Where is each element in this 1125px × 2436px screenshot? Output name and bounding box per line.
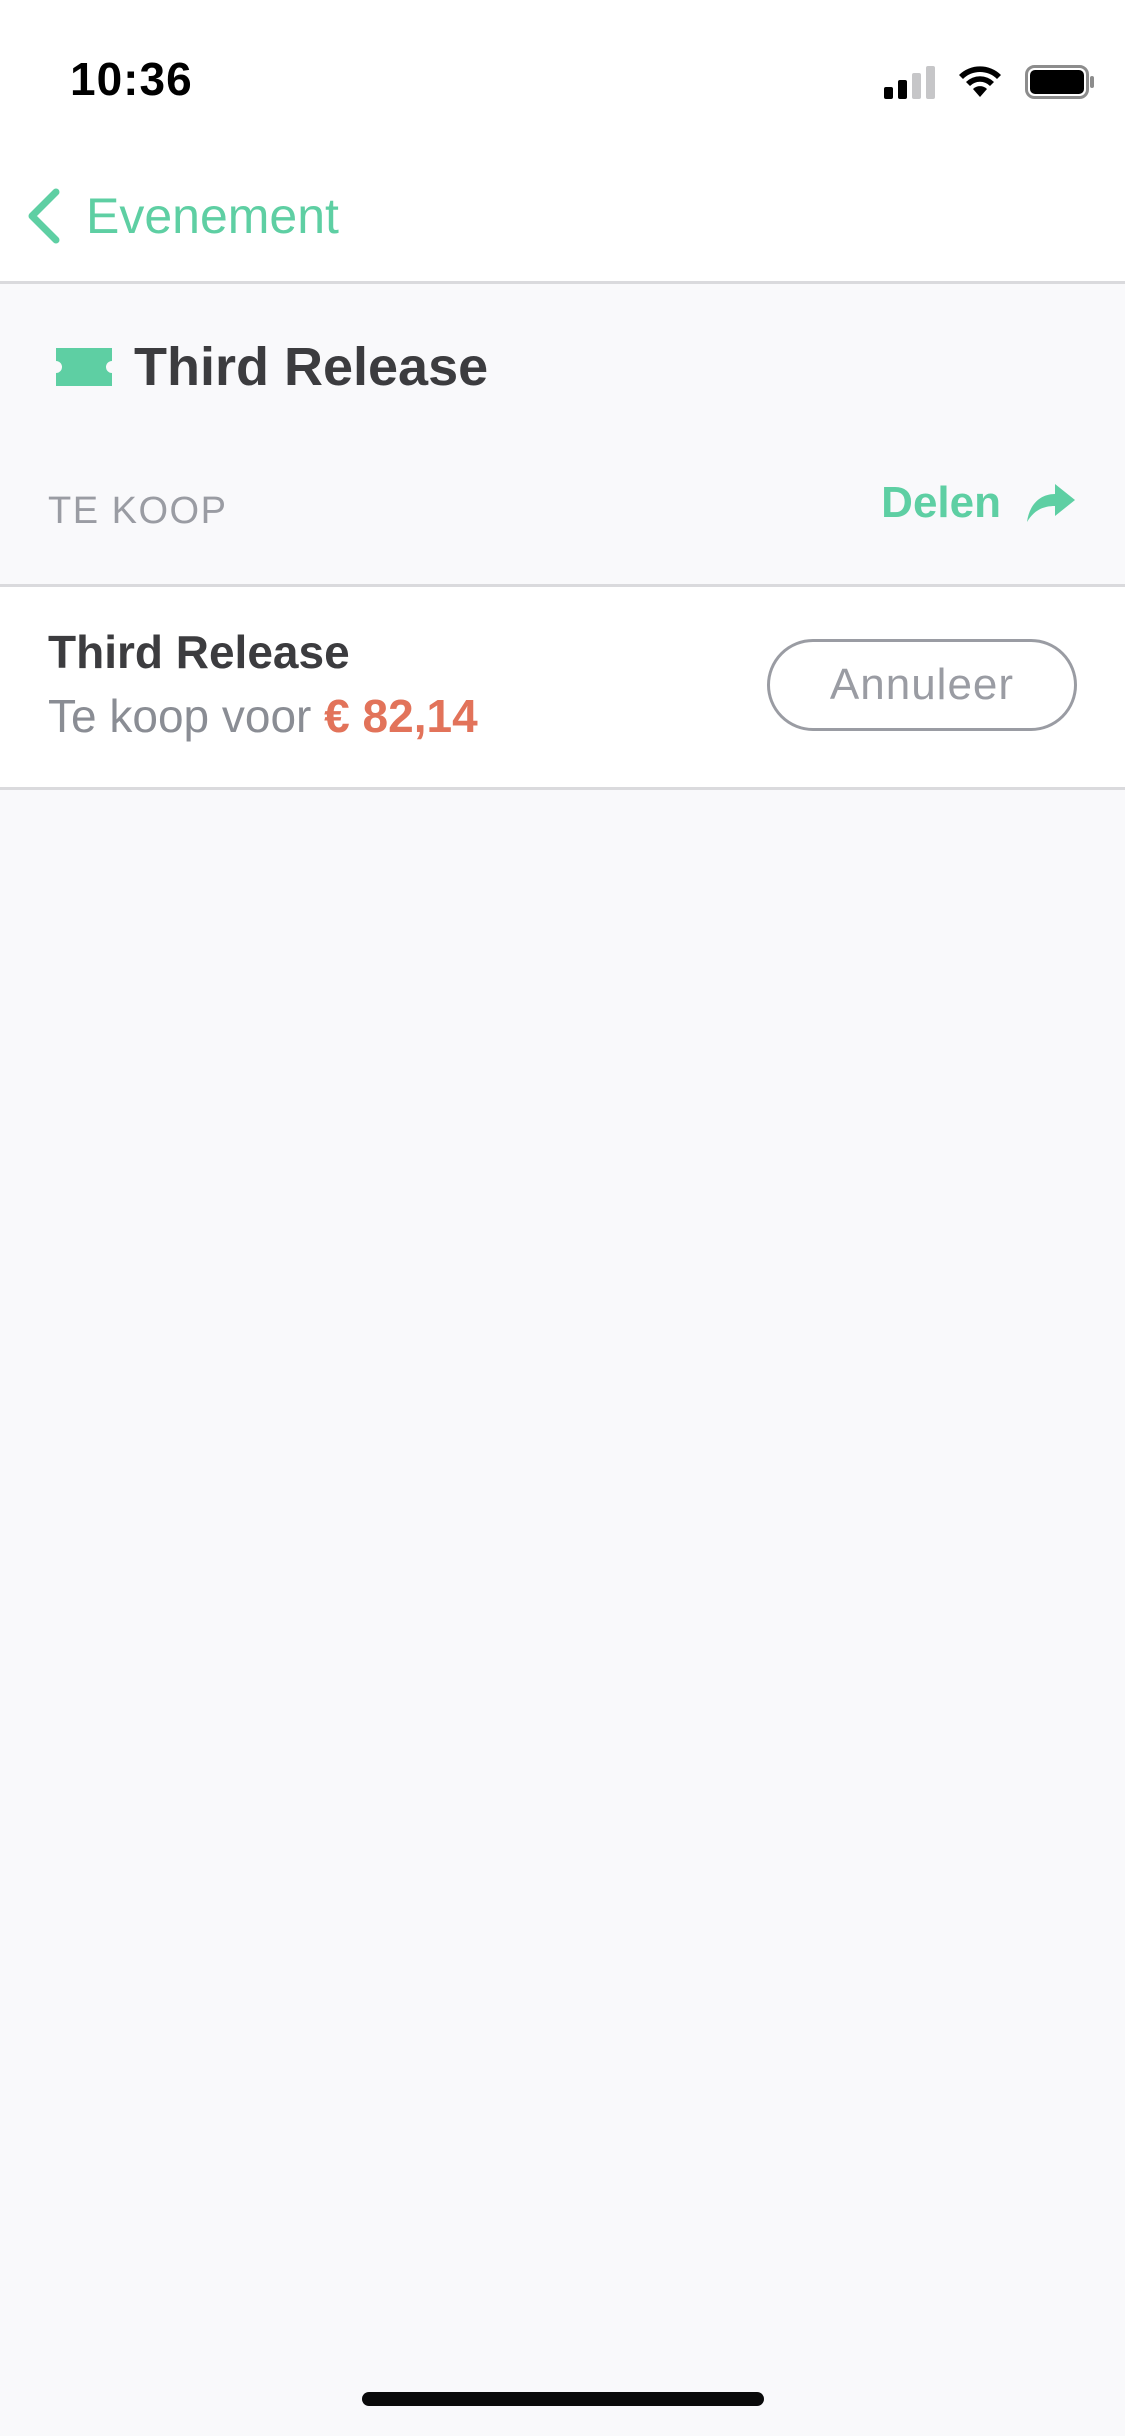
home-indicator [362, 2392, 764, 2406]
listing-price-line: Te koop voor € 82,14 [48, 689, 478, 743]
listing-price: € 82,14 [324, 690, 478, 742]
ticket-title-row: Third Release [56, 336, 488, 398]
share-label: Delen [881, 478, 1001, 527]
status-bar: 10:36 [0, 0, 1125, 150]
back-button[interactable]: Evenement [24, 186, 339, 246]
back-label: Evenement [86, 188, 339, 244]
status-icons [884, 62, 1095, 102]
section-label-for-sale: TE KOOP [48, 490, 228, 532]
ticket-title: Third Release [134, 337, 489, 397]
listing-price-prefix: Te koop voor [48, 690, 312, 742]
nav-bar: Evenement [0, 150, 1125, 284]
share-button[interactable]: Delen [881, 478, 1077, 528]
ticket-header: Third Release TE KOOP Delen [0, 284, 1125, 584]
listing-name: Third Release [48, 626, 350, 678]
wifi-icon [959, 66, 1001, 97]
status-time: 10:36 [70, 53, 193, 105]
cancel-button[interactable]: Annuleer [767, 639, 1077, 731]
cellular-signal-icon [884, 65, 935, 99]
battery-icon [1025, 65, 1094, 99]
chevron-left-icon [28, 188, 60, 244]
share-arrow-icon [1027, 484, 1075, 522]
ticket-icon [56, 348, 112, 386]
listing-row: Third Release Te koop voor € 82,14 Annul… [0, 584, 1125, 790]
